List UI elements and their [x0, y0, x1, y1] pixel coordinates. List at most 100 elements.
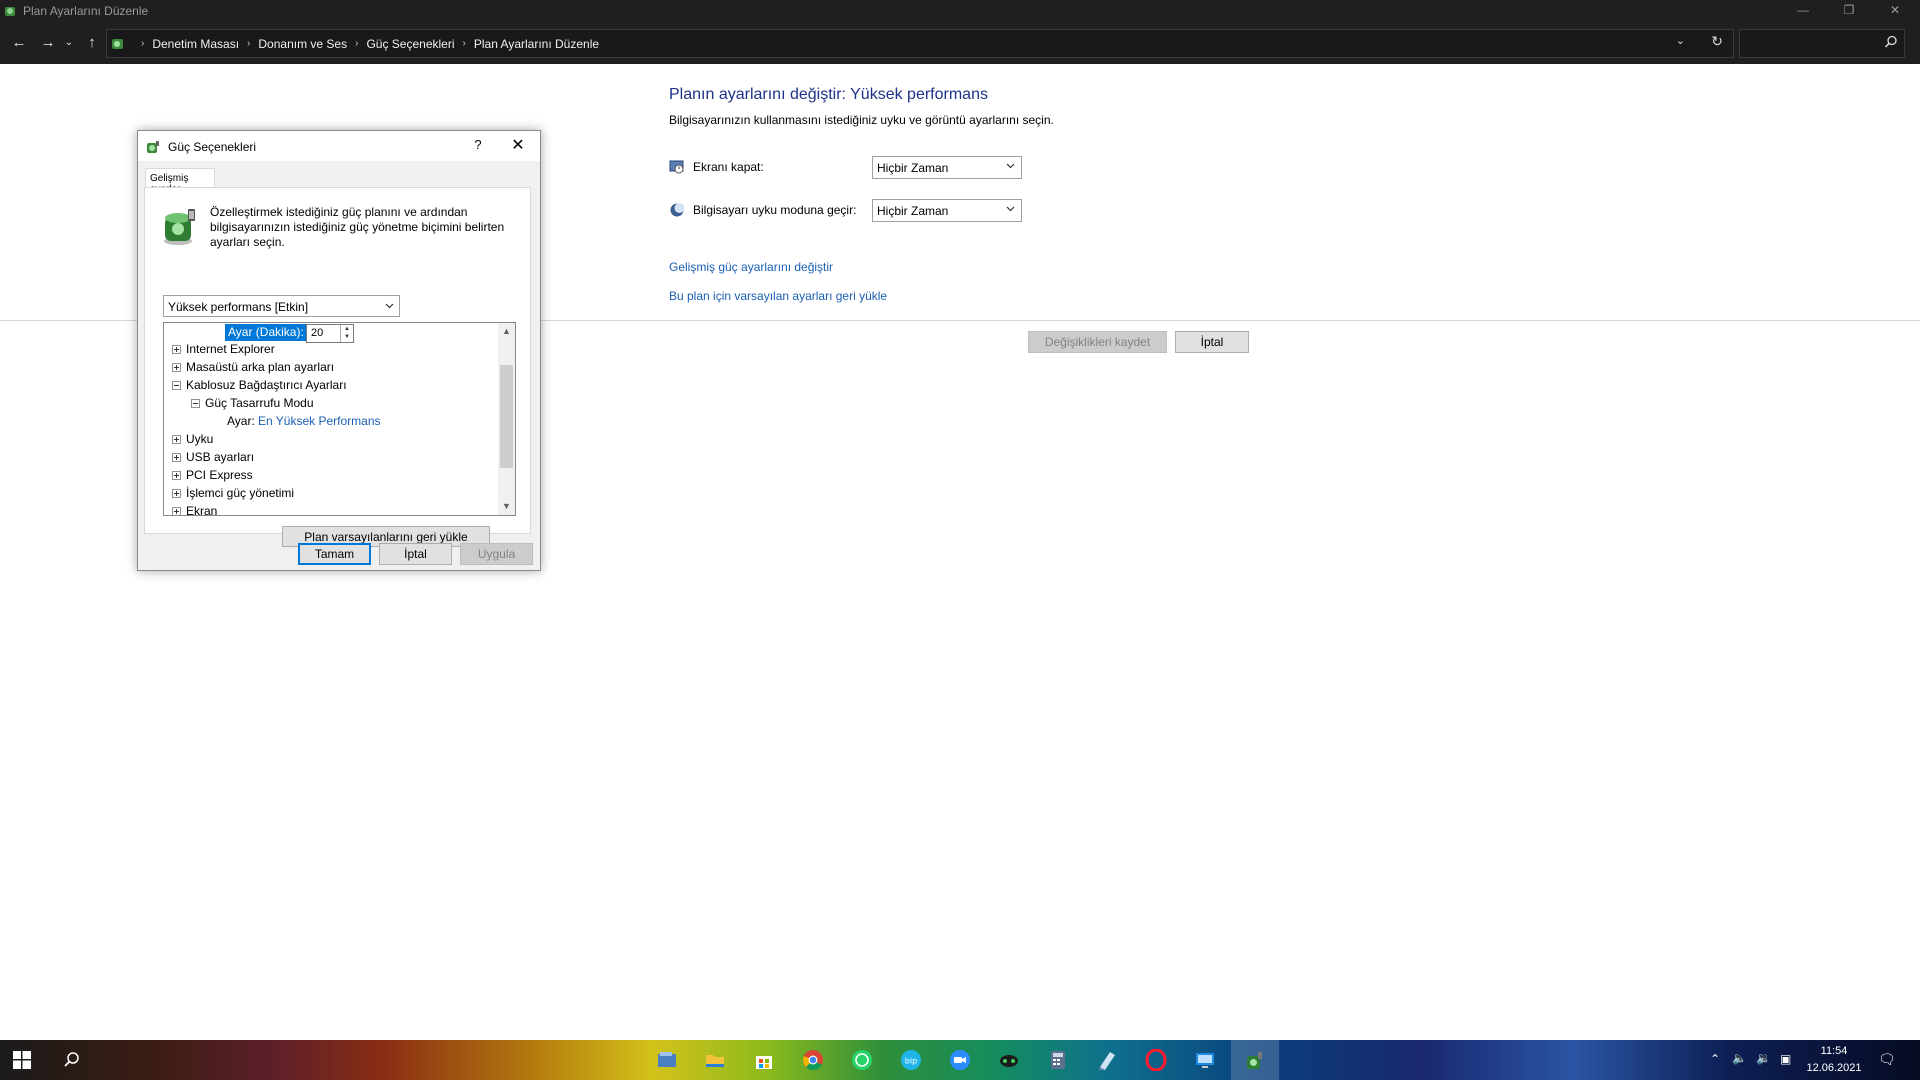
windows-start-icon[interactable]: [10, 1048, 34, 1072]
collapse-minus-icon[interactable]: [172, 381, 181, 390]
notepad-icon[interactable]: [1095, 1048, 1119, 1072]
tree-item-label: Kablosuz Bağdaştırıcı Ayarları: [186, 378, 347, 392]
back-button[interactable]: ←: [8, 32, 30, 54]
display-off-select[interactable]: Hiçbir Zaman: [872, 156, 1022, 179]
monitor-app-icon[interactable]: [1193, 1048, 1217, 1072]
power-options-icon: [147, 141, 159, 153]
help-button[interactable]: ?: [468, 137, 488, 152]
tree-item-label: Güç Tasarrufu Modu: [205, 396, 314, 410]
display-off-label: Ekranı kapat:: [693, 160, 764, 174]
restore-defaults-link[interactable]: Bu plan için varsayılan ayarları geri yü…: [669, 289, 887, 303]
chrome-icon[interactable]: [801, 1048, 825, 1072]
scroll-down-icon[interactable]: ▼: [498, 498, 515, 515]
chevron-down-icon: [1006, 206, 1015, 212]
maximize-button[interactable]: ❐: [1826, 0, 1872, 22]
tree-item-pci-express[interactable]: PCI Express: [164, 467, 494, 484]
svg-text:bip: bip: [905, 1057, 917, 1066]
cancel-button[interactable]: İptal: [1175, 331, 1249, 353]
breadcrumb-separator: ›: [462, 38, 466, 49]
collapse-minus-icon[interactable]: [191, 399, 200, 408]
breadcrumb-edit-plan[interactable]: Plan Ayarlarını Düzenle: [474, 37, 599, 51]
expand-plus-icon[interactable]: [172, 363, 181, 372]
tree-item-label: PCI Express: [186, 468, 253, 482]
opera-icon[interactable]: [1144, 1048, 1168, 1072]
zoom-icon[interactable]: [948, 1048, 972, 1072]
notification-icon[interactable]: 🗨: [1878, 1051, 1896, 1080]
tree-item-internet-explorer[interactable]: Internet Explorer: [164, 341, 494, 358]
speaker-icon[interactable]: 🔈: [1732, 1051, 1747, 1080]
tree-item-usb[interactable]: USB ayarları: [164, 449, 494, 466]
tree-item-sleep[interactable]: Uyku: [164, 431, 494, 448]
expand-plus-icon[interactable]: [172, 471, 181, 480]
expand-plus-icon[interactable]: [172, 507, 181, 515]
network-icon[interactable]: ▣: [1780, 1052, 1791, 1080]
bip-icon[interactable]: bip: [899, 1048, 923, 1072]
store-icon[interactable]: [752, 1048, 776, 1072]
breadcrumb-hardware-sound[interactable]: Donanım ve Ses: [258, 37, 347, 51]
scroll-thumb[interactable]: [500, 365, 513, 468]
tree-item-processor-power[interactable]: İşlemci güç yönetimi: [164, 485, 494, 502]
breadcrumb-power-options[interactable]: Güç Seçenekleri: [366, 37, 454, 51]
expand-plus-icon[interactable]: [172, 435, 181, 444]
tree-item-power-saving-mode[interactable]: Güç Tasarrufu Modu: [164, 395, 494, 412]
tab-advanced-settings[interactable]: Gelişmiş ayarlar: [145, 168, 215, 195]
chevron-up-icon[interactable]: ⌃: [1710, 1052, 1720, 1080]
close-button[interactable]: ✕: [1872, 0, 1918, 22]
game-icon[interactable]: [997, 1048, 1021, 1072]
file-explorer-icon[interactable]: [655, 1048, 679, 1072]
up-button[interactable]: ↑: [81, 32, 103, 54]
tree-item-label: Masaüstü arka plan ayarları: [186, 360, 335, 374]
volume-icon[interactable]: 🔉: [1756, 1051, 1771, 1080]
page-subtitle: Bilgisayarınızın kullanmasını istediğini…: [669, 113, 1054, 127]
ok-button[interactable]: Tamam: [298, 543, 371, 565]
minimize-button[interactable]: —: [1780, 0, 1826, 22]
settings-tree[interactable]: Ayar (Dakika): 20 ▲ ▼ Internet Explorer …: [163, 322, 516, 516]
setting-minutes-label[interactable]: Ayar (Dakika):: [225, 324, 307, 341]
tree-scrollbar[interactable]: ▲ ▼: [498, 323, 515, 515]
tree-item-label: Uyku: [186, 432, 214, 446]
tree-item-label: İşlemci güç yönetimi: [186, 486, 295, 500]
expand-plus-icon[interactable]: [172, 453, 181, 462]
spin-down-icon[interactable]: ▼: [341, 333, 353, 341]
taskbar-clock[interactable]: 11:54 12.06.2021: [1801, 1043, 1867, 1077]
tree-item-desktop-background[interactable]: Masaüstü arka plan ayarları: [164, 359, 494, 376]
plan-select-value: Yüksek performans [Etkin]: [168, 300, 309, 314]
advanced-settings-panel: Özelleştirmek istediğiniz güç planını ve…: [144, 187, 531, 547]
minutes-value: 20: [311, 327, 324, 339]
address-path[interactable]: › Denetim Masası › Donanım ve Ses › Güç …: [106, 29, 1734, 58]
window-titlebar: Plan Ayarlarını Düzenle — ❐ ✕: [0, 0, 1920, 22]
expand-plus-icon[interactable]: [172, 489, 181, 498]
save-changes-button[interactable]: Değişiklikleri kaydet: [1028, 331, 1167, 353]
breadcrumb-control-panel[interactable]: Denetim Masası: [152, 37, 239, 51]
whatsapp-icon[interactable]: [850, 1048, 874, 1072]
sub-setting-value-link[interactable]: En Yüksek Performans: [258, 414, 381, 428]
address-dropdown-icon[interactable]: ⌄: [1676, 34, 1685, 47]
advanced-settings-link[interactable]: Gelişmiş güç ayarlarını değiştir: [669, 260, 833, 274]
tree-item-display[interactable]: Ekran: [164, 503, 494, 515]
plan-select[interactable]: Yüksek performans [Etkin]: [163, 295, 400, 317]
tree-item-wireless-adapter[interactable]: Kablosuz Bağdaştırıcı Ayarları: [164, 377, 494, 394]
apply-button[interactable]: Uygula: [460, 543, 533, 565]
moon-icon: [670, 203, 685, 217]
sub-setting-label: Ayar:: [227, 414, 255, 428]
taskbar: bip ⌃ 🔈 🔉 ▣ 11:54 12.06.2021 🗨: [0, 1040, 1920, 1080]
refresh-icon[interactable]: ↻: [1711, 33, 1723, 50]
recent-locations-button[interactable]: ⌄: [62, 32, 76, 54]
tree-item-power-saving-setting[interactable]: Ayar: En Yüksek Performans: [164, 413, 494, 430]
control-panel-icon: [5, 7, 15, 16]
power-options-icon[interactable]: [1231, 1040, 1279, 1080]
dialog-cancel-button[interactable]: İptal: [379, 543, 452, 565]
search-icon[interactable]: [60, 1048, 84, 1072]
calculator-icon[interactable]: [1046, 1048, 1070, 1072]
arrow-right-icon: →: [40, 34, 56, 51]
chevron-down-icon: ⌄: [64, 37, 74, 48]
spin-up-icon[interactable]: ▲: [341, 325, 353, 333]
search-input[interactable]: [1739, 29, 1905, 58]
dialog-titlebar: Güç Seçenekleri ? ✕: [138, 131, 540, 161]
folder-icon[interactable]: [703, 1048, 727, 1072]
sleep-select[interactable]: Hiçbir Zaman: [872, 199, 1022, 222]
expand-plus-icon[interactable]: [172, 345, 181, 354]
forward-button[interactable]: →: [37, 32, 59, 54]
dialog-close-button[interactable]: ✕: [508, 135, 528, 155]
scroll-up-icon[interactable]: ▲: [498, 323, 515, 340]
